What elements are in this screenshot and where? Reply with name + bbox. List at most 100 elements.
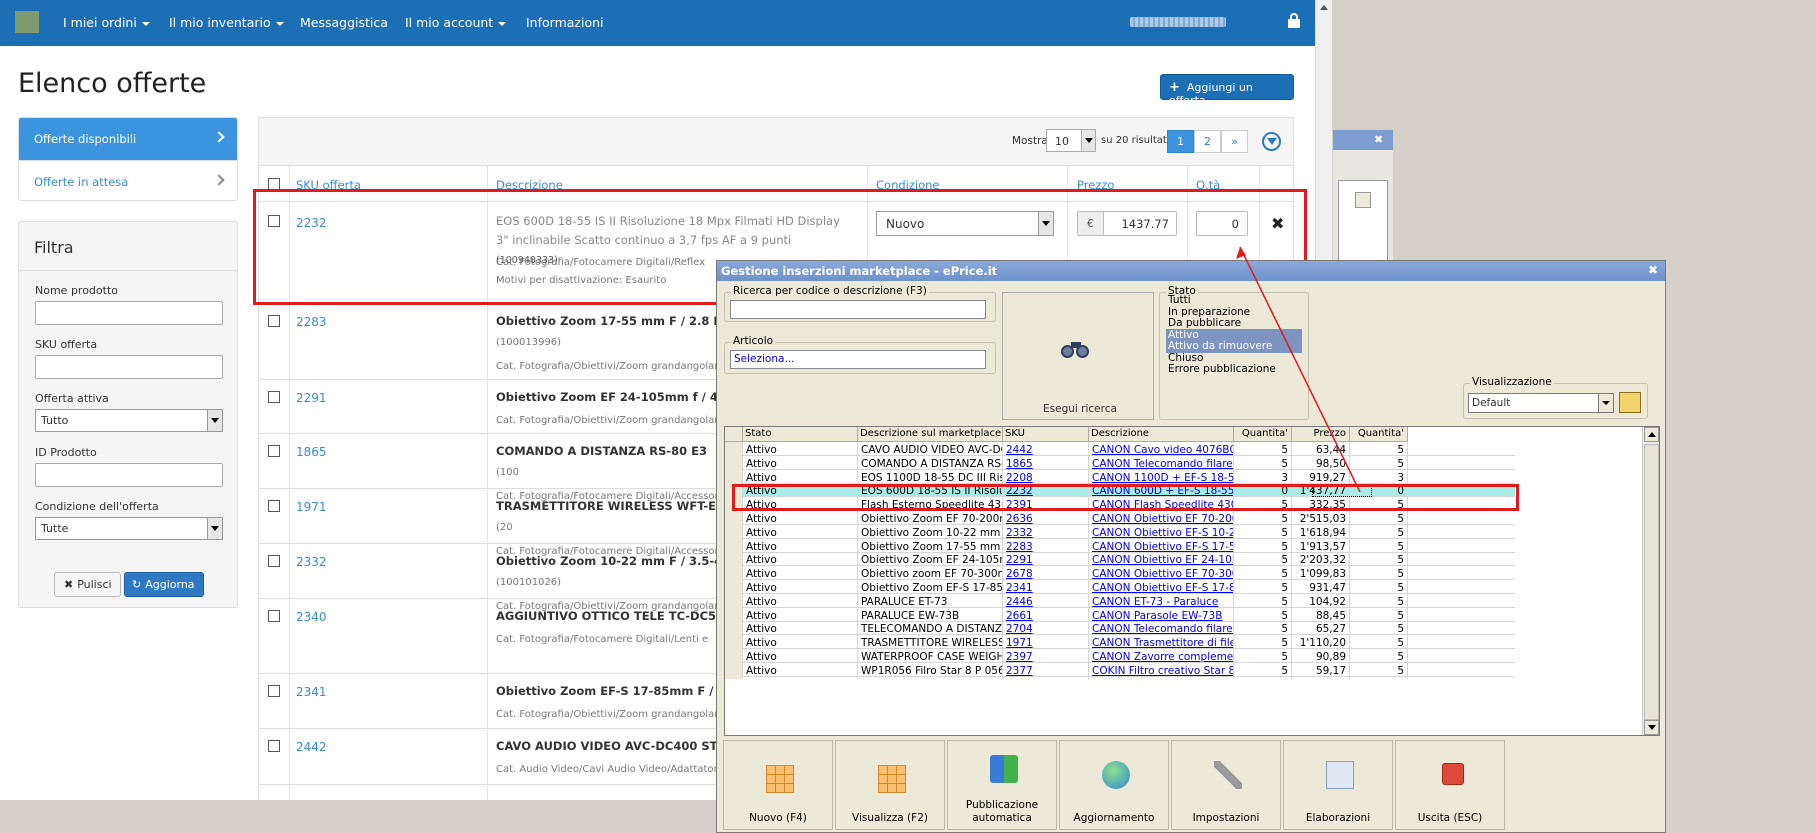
- pulisci-button[interactable]: ✖ Pulisci: [54, 572, 121, 597]
- user-name-blurred[interactable]: [1130, 17, 1226, 27]
- grid-row[interactable]: AttivoCAVO AUDIO VIDEO AVC-DC4...2442CAN…: [725, 442, 1515, 458]
- grid-row[interactable]: AttivoTELECOMANDO A DISTANZA R...2704CAN…: [725, 621, 1515, 638]
- esegui-ricerca-button[interactable]: Esegui ricerca: [1002, 292, 1154, 420]
- grid-row[interactable]: Attivo WP1R056 Filro Star 8 P 056 2377 COKI…: [725, 662, 1515, 679]
- grid-cell[interactable]: 2377: [1003, 662, 1089, 679]
- grid-row[interactable]: AttivoObiettivo Zoom 17-55 mm F / 2...22…: [725, 538, 1515, 555]
- nav-label: Il mio account: [405, 15, 494, 30]
- sku-link[interactable]: 2283: [296, 315, 327, 329]
- nav-inventario[interactable]: Il mio inventario: [169, 15, 284, 30]
- nav-account[interactable]: Il mio account: [405, 15, 507, 30]
- grid-row[interactable]: AttivoObiettivo zoom EF 70-300mm f...267…: [725, 566, 1515, 583]
- product-category: Cat. Fotografia/Obiettivi/Zoom grandango…: [496, 415, 722, 426]
- grid-header-cell[interactable]: Stato: [743, 427, 858, 442]
- sku-link[interactable]: 2442: [296, 740, 327, 754]
- sidebar-item-offerte-in-attesa[interactable]: Offerte in attesa: [19, 160, 237, 200]
- toolbar-button[interactable]: Nuovo (F4): [723, 740, 833, 830]
- offerta-attiva-select[interactable]: Tutto: [35, 409, 223, 432]
- row-checkbox[interactable]: [268, 315, 280, 327]
- scroll-up-icon[interactable]: [1644, 427, 1659, 442]
- toolbar-button[interactable]: Pubblicazione automatica: [947, 740, 1057, 830]
- grid-row[interactable]: AttivoObiettivo Zoom EF 70-200mm...2636C…: [725, 511, 1515, 527]
- description-text: TRASMETTITORE WIRELESS WFT-E5: [496, 499, 724, 513]
- toolbar-button[interactable]: Impostazioni: [1171, 740, 1281, 830]
- grid-row[interactable]: AttivoCOMANDO A DISTANZA RS-80...1865CAN…: [725, 455, 1515, 472]
- ricerca-input[interactable]: [730, 300, 986, 319]
- articolo-selector[interactable]: Seleziona...: [730, 350, 986, 369]
- row-checkbox[interactable]: [268, 445, 280, 457]
- esegui-ricerca-label: Esegui ricerca: [1043, 403, 1117, 415]
- visualizzazione-select[interactable]: Default: [1468, 393, 1614, 413]
- grid-row[interactable]: AttivoObiettivo Zoom 10-22 mm F / 3...23…: [725, 524, 1515, 541]
- add-offer-button[interactable]: + Aggiungi un offerta: [1160, 74, 1294, 107]
- grid-header-cell[interactable]: Quantita': [1234, 427, 1292, 442]
- toolbar-button[interactable]: Elaborazioni: [1283, 740, 1393, 830]
- grid-row[interactable]: Attivo PARALUCE ET-73 2446 CANON ET-73 - Pa…: [725, 593, 1515, 610]
- refresh-icon: ↻: [132, 578, 142, 591]
- row-selector[interactable]: [725, 662, 743, 679]
- toolbar-button[interactable]: Aggiornamento: [1059, 740, 1169, 830]
- toolbar-button-label: Aggiornamento: [1073, 812, 1155, 824]
- nav-messaggistica[interactable]: Messaggistica: [300, 15, 388, 30]
- row-checkbox[interactable]: [268, 740, 280, 752]
- sku-link[interactable]: 2291: [296, 391, 327, 405]
- next-page-button[interactable]: »: [1221, 130, 1248, 153]
- grid-header-cell[interactable]: Descrizione: [1089, 427, 1234, 442]
- grid-row[interactable]: Attivo PARALUCE EW-73B 2661 CANON Parasole …: [725, 607, 1515, 624]
- stato-option[interactable]: Errore pubblicazione: [1166, 363, 1302, 376]
- scroll-down-icon[interactable]: [1644, 720, 1659, 735]
- grid-row[interactable]: AttivoWATERPROOF CASE WEIGHT ...2397CANO…: [725, 649, 1515, 665]
- row-checkbox[interactable]: [268, 500, 280, 512]
- close-icon[interactable]: ✖: [1648, 263, 1658, 277]
- logo[interactable]: [15, 11, 39, 33]
- row-checkbox[interactable]: [268, 685, 280, 697]
- per-page-select[interactable]: 10: [1046, 129, 1096, 152]
- scroll-up-button[interactable]: [1355, 192, 1371, 208]
- condizione-select[interactable]: Tutte: [35, 517, 223, 540]
- nav-label: Informazioni: [526, 15, 604, 30]
- id-prodotto-input[interactable]: [35, 463, 223, 487]
- nav-informazioni[interactable]: Informazioni: [526, 15, 604, 30]
- tools-icon: [1214, 761, 1242, 789]
- sku-link[interactable]: 2332: [296, 555, 327, 569]
- lock-icon[interactable]: [1288, 13, 1300, 29]
- nome-prodotto-input[interactable]: [35, 301, 223, 325]
- toolbar-button[interactable]: Visualizza (F2): [835, 740, 945, 830]
- grid-cell: Attivo: [743, 662, 858, 679]
- grid-row[interactable]: AttivoTRASMETTITORE WIRELESS W...1971CAN…: [725, 635, 1515, 652]
- close-icon[interactable]: ✖: [1374, 133, 1383, 146]
- select-value: Default: [1472, 397, 1511, 409]
- toolbar-button[interactable]: Uscita (ESC): [1395, 740, 1505, 830]
- grid-scrollbar[interactable]: [1642, 427, 1659, 735]
- grid-header-cell[interactable]: Quantita': [1350, 427, 1408, 442]
- sidebar-item-offerte-disponibili[interactable]: Offerte disponibili: [19, 118, 237, 160]
- nav-miei-ordini[interactable]: I miei ordini: [63, 15, 150, 30]
- scroll-thumb[interactable]: [1644, 444, 1659, 720]
- sku-offerta-input[interactable]: [35, 355, 223, 379]
- sku-link[interactable]: 1971: [296, 500, 327, 514]
- page-1-button[interactable]: 1: [1167, 130, 1194, 153]
- grid-row[interactable]: AttivoObiettivo Zoom EF-S 17-85mm ...234…: [725, 580, 1515, 596]
- stato-listbox[interactable]: Tutti In preparazione Da pubblicare Attivo A…: [1166, 292, 1306, 412]
- grid-header-cell[interactable]: Descrizione sul marketplace: [858, 427, 1003, 442]
- sku-link[interactable]: 2341: [296, 685, 327, 699]
- binoculars-icon: [1061, 340, 1091, 360]
- row-checkbox[interactable]: [268, 391, 280, 403]
- page-2-button[interactable]: 2: [1194, 130, 1221, 153]
- grid-header-cell[interactable]: SKU: [1003, 427, 1089, 442]
- row-checkbox[interactable]: [268, 610, 280, 622]
- download-icon[interactable]: [1262, 132, 1281, 151]
- sku-link[interactable]: 1865: [296, 445, 327, 459]
- folder-icon[interactable]: [1619, 392, 1641, 413]
- sku-link[interactable]: 2340: [296, 610, 327, 624]
- grid-row[interactable]: AttivoObiettivo Zoom EF 24-105mm f...229…: [725, 552, 1515, 569]
- articolo-group: Articolo Seleziona...: [724, 335, 996, 374]
- ricerca-label: Ricerca per codice o descrizione (F3): [731, 285, 929, 297]
- grid-cell[interactable]: COKIN Filtro creativo Star 8 P056: [1089, 662, 1234, 679]
- row-checkbox[interactable]: [268, 555, 280, 567]
- grid-row[interactable]: AttivoEOS 1100D 18-55 DC III Risolu...22…: [725, 469, 1515, 486]
- aggiorna-button[interactable]: ↻ Aggiorna: [124, 572, 204, 597]
- grid-header-cell[interactable]: Prezzo: [1292, 427, 1350, 442]
- nav-label: I miei ordini: [63, 15, 137, 30]
- aggiorna-label: Aggiorna: [145, 578, 195, 591]
